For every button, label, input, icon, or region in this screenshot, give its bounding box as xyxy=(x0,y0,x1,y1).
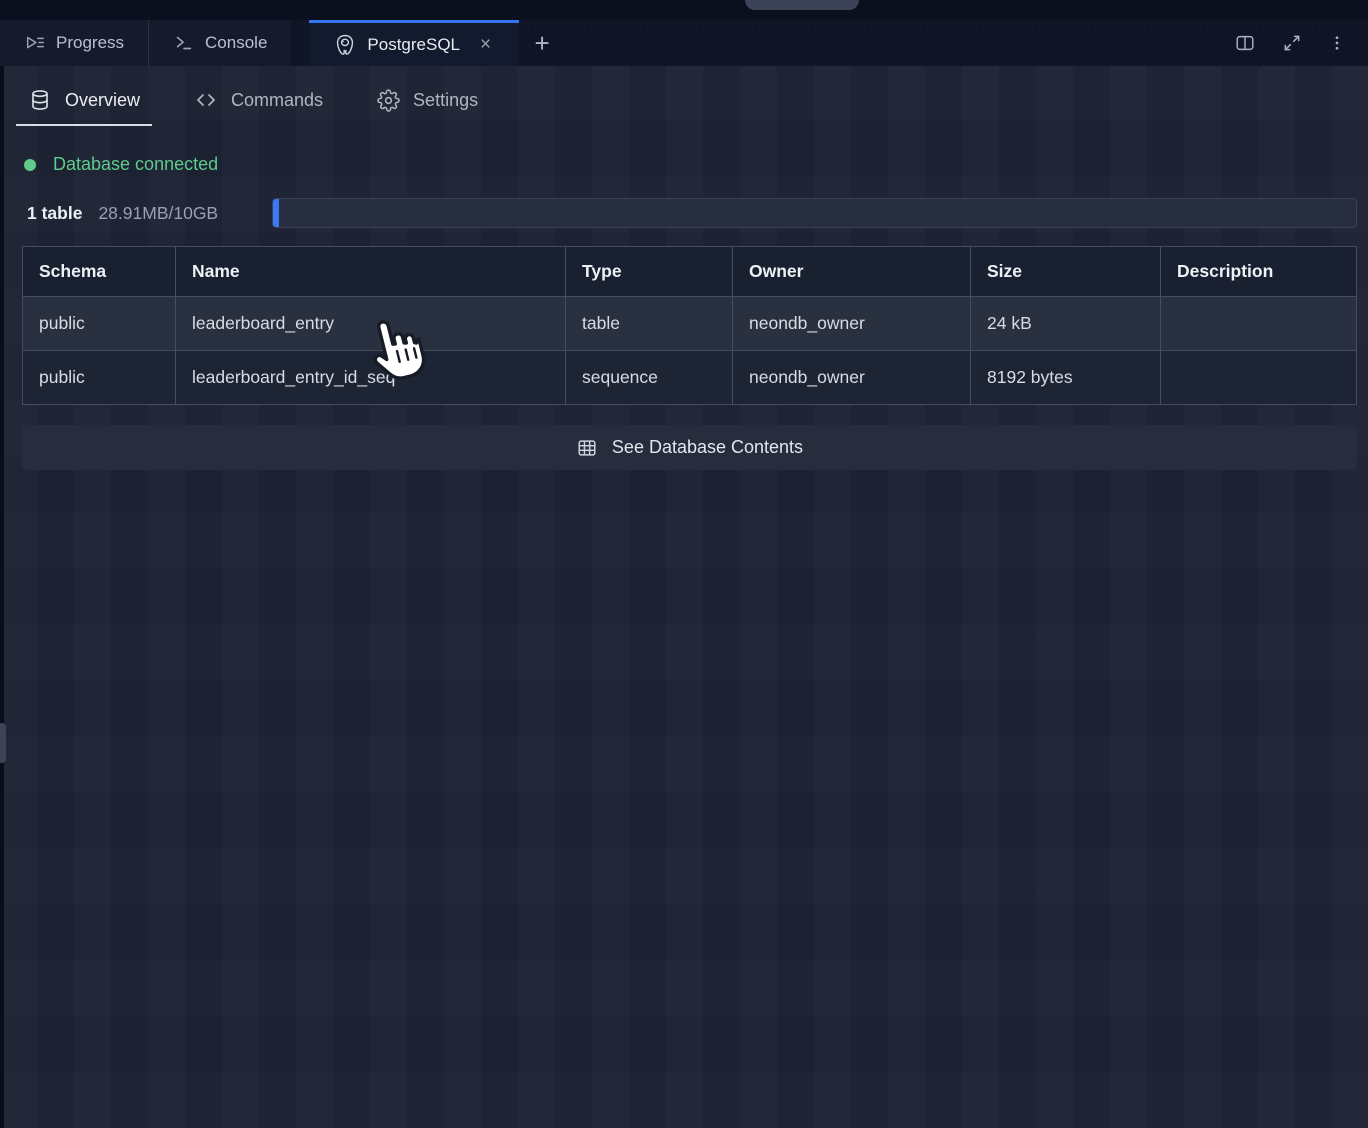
pane-controls xyxy=(1234,20,1368,66)
storage-progress-bar xyxy=(272,198,1357,228)
tab-label: Progress xyxy=(56,33,124,53)
code-icon xyxy=(194,88,218,112)
subtab-label: Settings xyxy=(413,90,478,111)
tab-label: Console xyxy=(205,33,267,53)
column-header-schema: Schema xyxy=(23,247,176,297)
cell-size: 8192 bytes xyxy=(971,351,1161,405)
postgresql-icon xyxy=(333,33,357,57)
tab-overview[interactable]: Overview xyxy=(22,76,146,124)
see-database-contents-button[interactable]: See Database Contents xyxy=(22,425,1357,470)
tab-settings[interactable]: Settings xyxy=(371,76,484,124)
table-row[interactable]: public leaderboard_entry_id_seq sequence… xyxy=(23,351,1357,405)
column-header-name: Name xyxy=(176,247,566,297)
tab-label: PostgreSQL xyxy=(367,35,460,55)
storage-usage: 28.91MB/10GB xyxy=(98,203,218,224)
window-drag-handle[interactable] xyxy=(745,0,859,10)
close-icon[interactable]: × xyxy=(476,33,495,56)
pane-tab-bar: Progress Console PostgreSQL × xyxy=(0,20,1368,66)
storage-summary: 1 table 28.91MB/10GB xyxy=(27,198,1357,228)
tab-gap xyxy=(291,20,309,66)
column-header-size: Size xyxy=(971,247,1161,297)
connection-status: Database connected xyxy=(24,154,218,175)
tables-count: 1 table xyxy=(27,203,82,224)
left-edge xyxy=(0,66,4,1128)
gear-icon xyxy=(377,89,400,112)
tab-progress[interactable]: Progress xyxy=(0,20,149,66)
cell-name[interactable]: leaderboard_entry_id_seq xyxy=(176,351,566,405)
database-icon xyxy=(28,88,52,112)
cell-owner: neondb_owner xyxy=(733,297,971,351)
resize-handle[interactable] xyxy=(0,723,6,763)
button-label: See Database Contents xyxy=(612,437,803,458)
table-header-row: Schema Name Type Owner Size Description xyxy=(23,247,1357,297)
status-dot-icon xyxy=(24,159,36,171)
storage-progress-fill xyxy=(273,199,279,227)
tab-console[interactable]: Console xyxy=(149,20,291,66)
window-top-strip xyxy=(0,0,1368,20)
cell-description xyxy=(1161,351,1357,405)
postgresql-panel: Progress Console PostgreSQL × xyxy=(0,0,1368,1128)
kebab-menu-icon[interactable] xyxy=(1328,33,1346,53)
overview-panel: Overview Commands Settings xyxy=(0,66,1368,1128)
tab-postgresql[interactable]: PostgreSQL × xyxy=(309,20,519,66)
cell-schema: public xyxy=(23,351,176,405)
tables-list: Schema Name Type Owner Size Description … xyxy=(22,246,1357,405)
table-grid-icon xyxy=(576,437,598,459)
status-message: Database connected xyxy=(53,154,218,175)
expand-icon[interactable] xyxy=(1282,33,1302,53)
table-row[interactable]: public leaderboard_entry table neondb_ow… xyxy=(23,297,1357,351)
section-tabs: Overview Commands Settings xyxy=(22,76,484,124)
cell-type: table xyxy=(566,297,733,351)
progress-icon xyxy=(24,32,46,54)
cell-owner: neondb_owner xyxy=(733,351,971,405)
cell-description xyxy=(1161,297,1357,351)
subtab-label: Overview xyxy=(65,90,140,111)
column-header-description: Description xyxy=(1161,247,1357,297)
db-objects-table: Schema Name Type Owner Size Description … xyxy=(22,246,1357,405)
subtab-label: Commands xyxy=(231,90,323,111)
cell-schema: public xyxy=(23,297,176,351)
new-tab-button[interactable]: + xyxy=(519,20,565,66)
tab-commands[interactable]: Commands xyxy=(188,76,329,124)
cell-name[interactable]: leaderboard_entry xyxy=(176,297,566,351)
column-header-type: Type xyxy=(566,247,733,297)
column-header-owner: Owner xyxy=(733,247,971,297)
cell-size: 24 kB xyxy=(971,297,1161,351)
cell-type: sequence xyxy=(566,351,733,405)
split-view-icon[interactable] xyxy=(1234,32,1256,54)
terminal-icon xyxy=(173,32,195,54)
